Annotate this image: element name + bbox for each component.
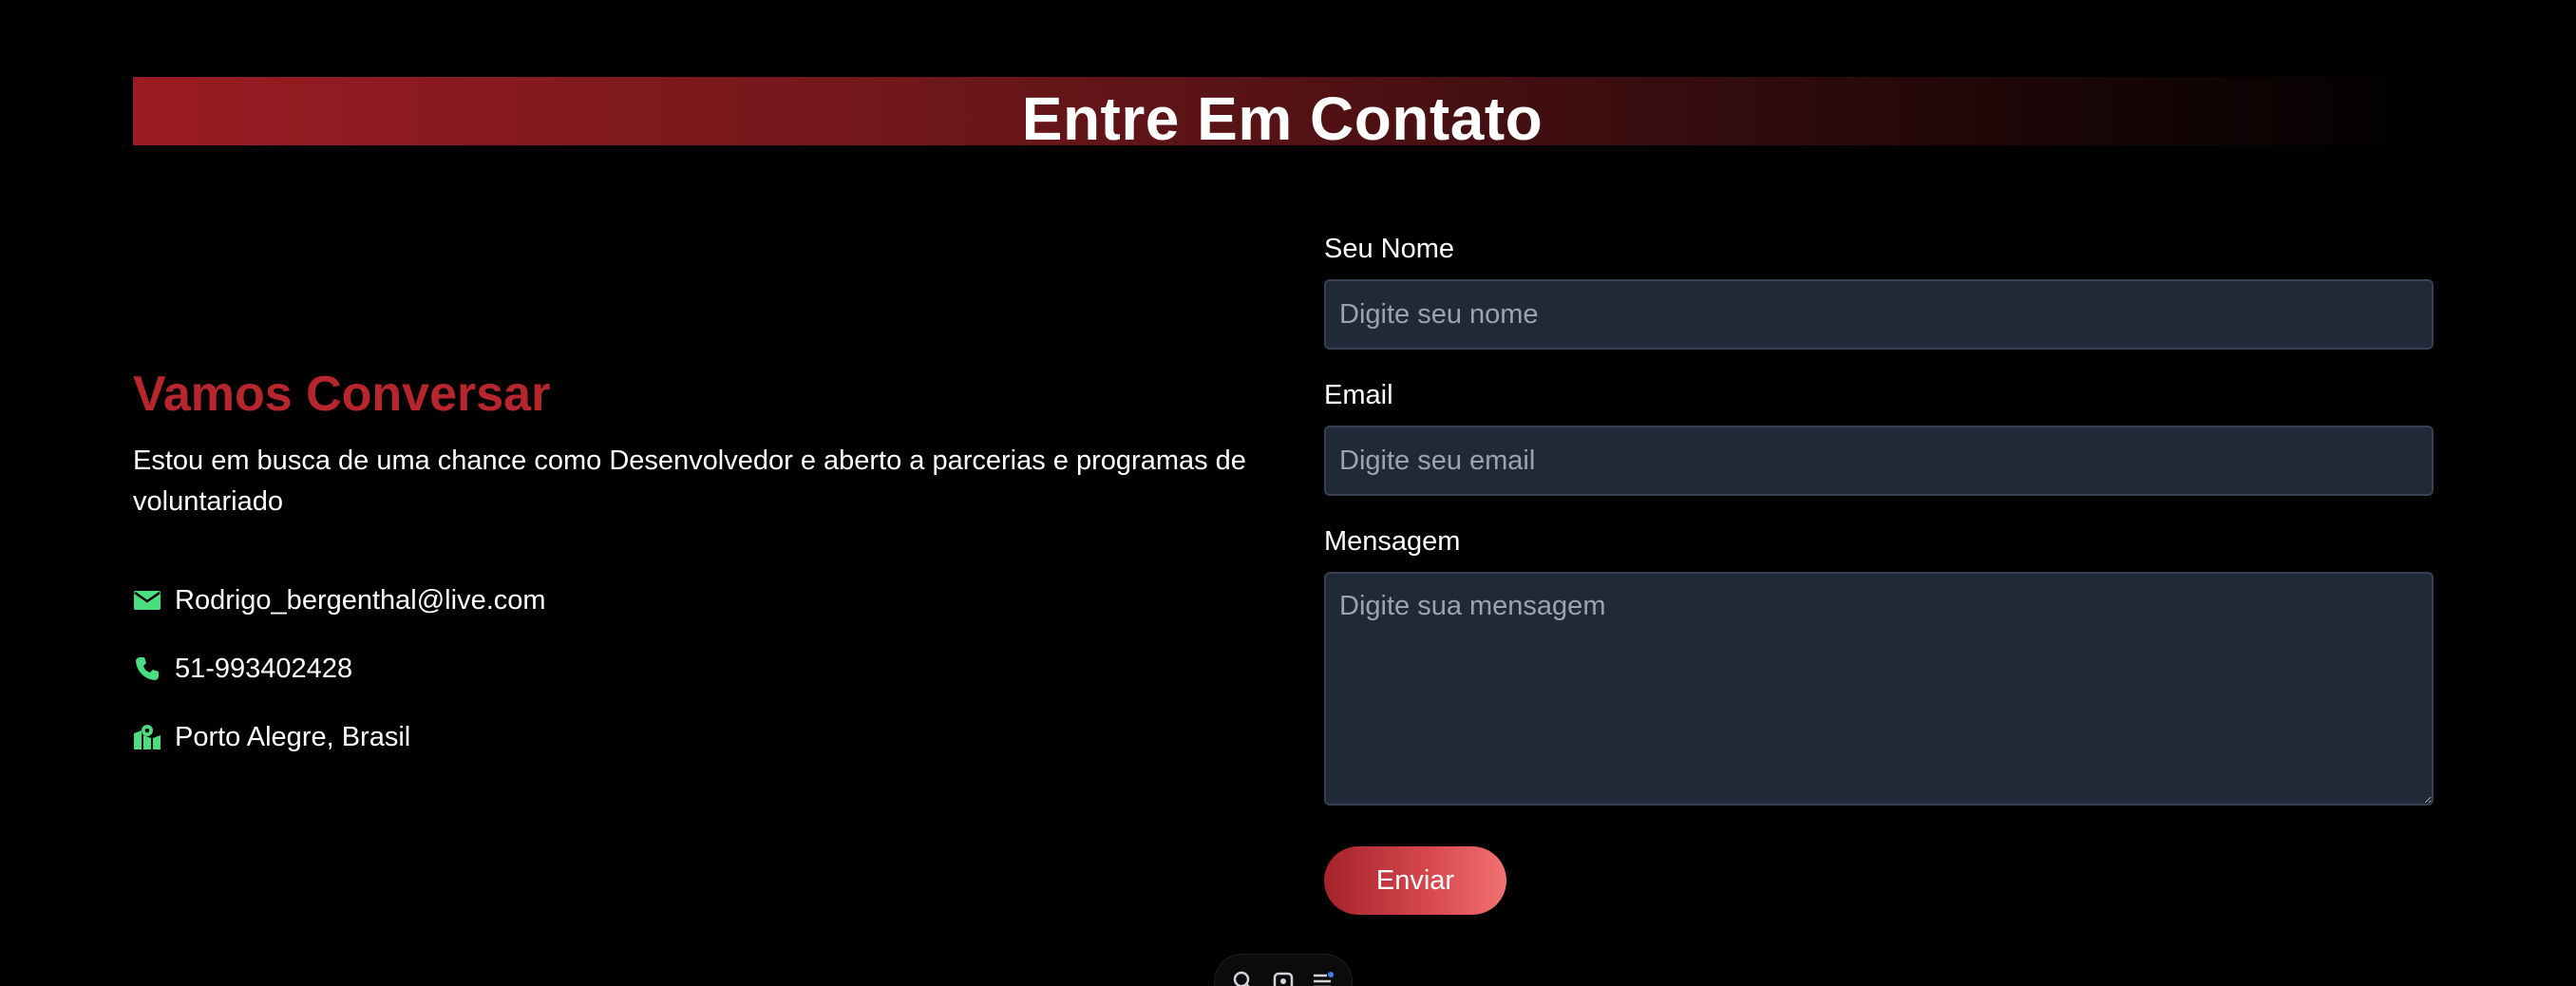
menu-icon[interactable]: [1310, 970, 1336, 986]
envelope-icon: [133, 586, 161, 615]
contact-phone-text[interactable]: 51-993402428: [175, 654, 352, 685]
message-label: Mensagem: [1324, 526, 1461, 557]
search-icon[interactable]: [1230, 970, 1257, 986]
screenshot-icon[interactable]: [1270, 970, 1297, 986]
contact-email: Rodrigo_bergenthal@live.com: [133, 579, 1273, 621]
submit-button[interactable]: Enviar: [1324, 846, 1506, 915]
contact-page: Entre Em Contato Vamos Conversar Estou e…: [0, 0, 2576, 986]
name-input[interactable]: [1324, 279, 2434, 350]
phone-icon: [133, 654, 161, 683]
email-input[interactable]: [1324, 426, 2434, 496]
contact-form: Seu Nome Email Mensagem Enviar: [1324, 228, 2434, 915]
section-header: Entre Em Contato: [133, 77, 2432, 153]
map-location-icon: [133, 723, 161, 751]
email-label: Email: [1324, 380, 1393, 410]
contact-location: Porto Alegre, Brasil: [133, 716, 1273, 758]
intro-text: Estou em busca de uma chance como Desenv…: [133, 446, 1246, 517]
page-title: Entre Em Contato: [1021, 85, 1544, 153]
intro-heading: Vamos Conversar: [133, 367, 551, 422]
contact-info: Vamos Conversar Estou em busca de uma ch…: [133, 361, 1273, 785]
bottom-dock: [1214, 954, 1353, 986]
name-label: Seu Nome: [1324, 234, 1455, 264]
contact-location-text: Porto Alegre, Brasil: [175, 721, 411, 752]
contact-phone: 51-993402428: [133, 648, 1273, 690]
contact-list: Rodrigo_bergenthal@live.com 51-993402428: [133, 579, 1273, 758]
message-textarea[interactable]: [1324, 572, 2434, 806]
contact-email-text[interactable]: Rodrigo_bergenthal@live.com: [175, 585, 546, 616]
